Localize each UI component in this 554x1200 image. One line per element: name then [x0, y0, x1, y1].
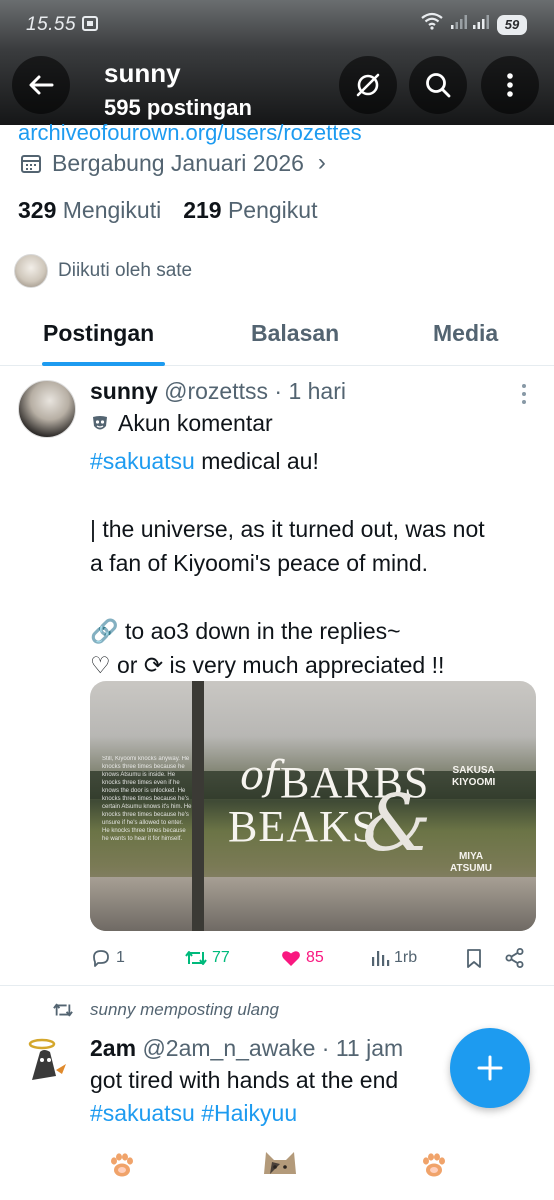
reply-icon: [93, 950, 109, 967]
like-count: 85: [306, 949, 324, 966]
repost-indicator-text: sunny memposting ulang: [90, 1000, 280, 1019]
media-title-ampersand: &: [362, 779, 432, 869]
reply-count: 1: [116, 949, 125, 966]
post-divider: [0, 985, 554, 986]
avatar[interactable]: [20, 1034, 74, 1088]
account-label: Akun komentar: [90, 410, 273, 437]
tab-replies[interactable]: Balasan: [251, 320, 339, 347]
signal-icon: [451, 15, 467, 29]
post-header: sunny @rozettss · 1 hari: [90, 378, 346, 405]
search-icon: [426, 73, 451, 98]
tab-media[interactable]: Media: [433, 320, 498, 347]
media-blurb: Still, Kiyoomi knocks anyway. He knocks …: [102, 756, 192, 842]
post-text-line: medical au!: [194, 448, 319, 474]
bookmark-icon: [467, 949, 481, 968]
post-body: #sakuatsu medical au! | the universe, as…: [90, 444, 530, 682]
share-icon: [505, 948, 524, 968]
followers-label: Pengikut: [227, 197, 318, 223]
following-count: 329: [18, 197, 57, 223]
post-more-button[interactable]: [520, 384, 528, 406]
chevron-right-icon: ›: [317, 149, 326, 176]
post-text-line: got tired with hands at the end: [90, 1067, 399, 1093]
views-icon: [372, 951, 390, 966]
media-name-2: MIYA ATSUMU: [450, 851, 493, 874]
paw-icon: [111, 1153, 133, 1177]
following-label: Mengikuti: [62, 197, 162, 223]
follow-stats: 329 Mengikuti 219 Pengikut: [18, 197, 317, 224]
follower-avatar: [14, 254, 48, 288]
cat-icon: [264, 1152, 296, 1174]
media-pole: [192, 681, 204, 931]
active-tab-indicator: [42, 362, 165, 366]
paw-icon: [423, 1153, 445, 1177]
media-name-1: SAKUSA KIYOOMI: [452, 765, 496, 788]
header-post-count: 595 postingan: [104, 95, 252, 120]
post-time: · 11 jam: [321, 1035, 404, 1061]
post-media-image[interactable]: Still, Kiyoomi knocks anyway. He knocks …: [90, 681, 536, 931]
status-bar: 15.55 59: [0, 0, 554, 42]
more-vertical-icon: [507, 73, 513, 97]
search-button[interactable]: [409, 56, 467, 114]
profile-header: 15.55 59 sunny 595 postingan: [0, 0, 554, 125]
share-button[interactable]: [504, 944, 530, 972]
more-options-button[interactable]: [481, 56, 539, 114]
header-title: sunny: [104, 58, 181, 88]
post-author-name[interactable]: sunny: [90, 378, 158, 404]
avatar[interactable]: [18, 380, 76, 438]
mask-icon: [93, 415, 107, 429]
media-title-of: of: [240, 753, 279, 799]
profile-link[interactable]: archiveofourown.org/users/rozettes: [18, 120, 362, 146]
repost-indicator: sunny memposting ulang: [52, 1000, 279, 1020]
joined-date: Bergabung Januari 2026: [52, 149, 304, 176]
back-arrow-icon: [29, 75, 54, 95]
hashtag-link[interactable]: #sakuatsu #Haikyuu: [90, 1097, 398, 1130]
repost-button[interactable]: 77: [184, 944, 230, 972]
post-body: got tired with hands at the end #sakuats…: [90, 1064, 398, 1130]
back-button[interactable]: [12, 56, 70, 114]
followed-by-text: Diikuti oleh sate: [58, 260, 193, 281]
post-time: · 1 hari: [274, 378, 346, 404]
post-author-handle[interactable]: @rozettss: [164, 378, 268, 404]
screen-record-icon: [82, 16, 98, 31]
post-text-line: 🔗 to ao3 down in the replies~: [90, 618, 401, 644]
post-author-name[interactable]: 2am: [90, 1035, 136, 1061]
repost-count: 77: [212, 949, 230, 966]
media-title-beaks: BEAKS: [228, 802, 378, 851]
post-text-line: ♡ or ⟳ is very much appreciated !!: [90, 652, 445, 678]
repost-icon: [185, 951, 207, 965]
heart-icon: [282, 951, 300, 966]
media-road: [90, 877, 536, 931]
post-header: 2am @2am_n_awake · 11 jam: [90, 1035, 403, 1062]
mute-icon: [356, 73, 380, 97]
wifi-icon: [421, 12, 443, 30]
followers-count: 219: [183, 197, 222, 223]
status-time: 15.55: [26, 14, 77, 35]
profile-tabs: Postingan Balasan Media: [0, 306, 554, 366]
battery-indicator: 59: [497, 15, 527, 35]
plus-icon: [477, 1055, 503, 1081]
post-text-line: a fan of Kiyoomi's peace of mind.: [90, 550, 429, 576]
following-stat[interactable]: 329 Mengikuti: [18, 197, 161, 223]
followers-stat[interactable]: 219 Pengikut: [183, 197, 317, 223]
mute-button[interactable]: [339, 56, 397, 114]
calendar-icon: [21, 155, 41, 173]
tab-posts[interactable]: Postingan: [43, 320, 154, 347]
post-text-line: | the universe, as it turned out, was no…: [90, 516, 485, 542]
reply-button[interactable]: 1: [90, 944, 125, 972]
compose-post-button[interactable]: [450, 1028, 530, 1108]
joined-date-row[interactable]: Bergabung Januari 2026 ›: [20, 148, 326, 178]
post-actions: 1 77 85 1rb: [90, 944, 536, 972]
account-label-text: Akun komentar: [118, 410, 273, 436]
views-button[interactable]: 1rb: [370, 944, 417, 972]
hashtag-link[interactable]: #sakuatsu: [90, 448, 195, 474]
like-button[interactable]: 85: [280, 944, 324, 972]
bookmark-button[interactable]: [464, 944, 488, 972]
view-count: 1rb: [394, 949, 418, 966]
followed-by-row[interactable]: Diikuti oleh sate: [14, 254, 192, 288]
repost-icon: [53, 1003, 73, 1017]
post-author-handle[interactable]: @2am_n_awake: [142, 1035, 315, 1061]
signal-icon: [473, 15, 489, 29]
